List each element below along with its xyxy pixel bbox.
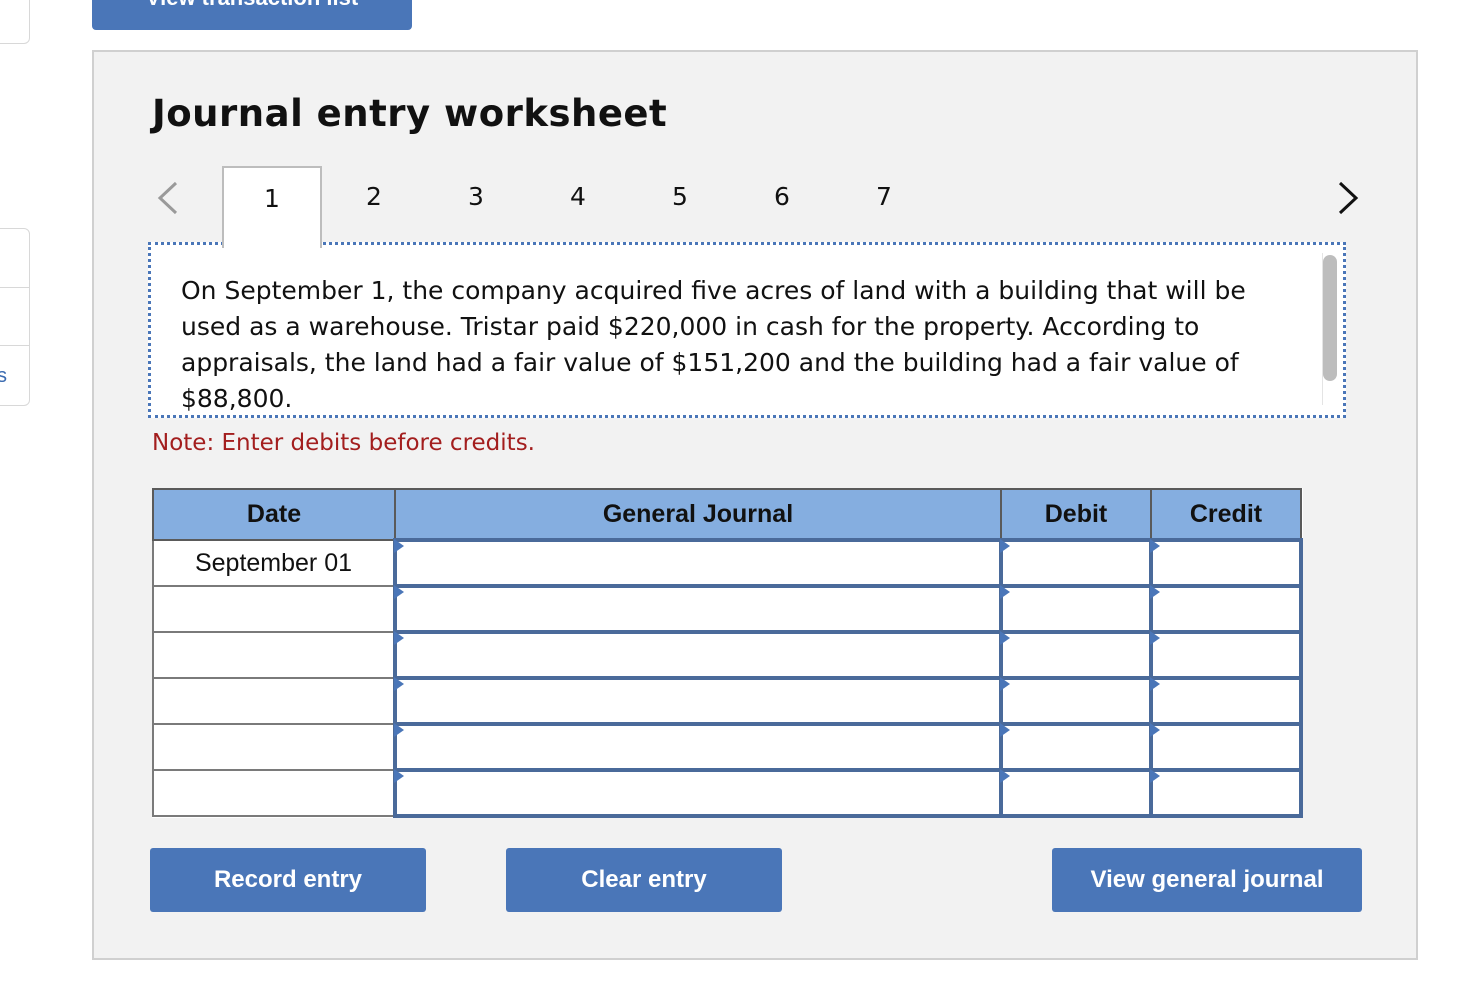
credit-cell[interactable] — [1149, 676, 1303, 726]
dropdown-marker-icon — [394, 585, 404, 599]
dropdown-marker-icon — [394, 769, 404, 783]
date-cell — [152, 631, 396, 679]
debit-cell[interactable] — [999, 676, 1153, 726]
credit-cell[interactable] — [1149, 768, 1303, 818]
worksheet-title: Journal entry worksheet — [152, 92, 668, 135]
account-input[interactable] — [397, 772, 999, 814]
header-debit: Debit — [1000, 488, 1152, 541]
debit-input[interactable] — [1003, 726, 1149, 768]
dropdown-marker-icon — [1150, 723, 1160, 737]
debit-input[interactable] — [1003, 588, 1149, 630]
tab-5[interactable]: 5 — [630, 166, 730, 246]
debit-cell[interactable] — [999, 584, 1153, 634]
clear-entry-button[interactable]: Clear entry — [506, 848, 782, 912]
dropdown-marker-icon — [1000, 723, 1010, 737]
dropdown-marker-icon — [394, 539, 404, 553]
dropdown-marker-icon — [1150, 585, 1160, 599]
dropdown-marker-icon — [1000, 585, 1010, 599]
credit-input[interactable] — [1153, 680, 1299, 722]
debit-cell[interactable] — [999, 722, 1153, 772]
record-entry-button[interactable]: Record entry — [150, 848, 426, 912]
question-box: On September 1, the company acquired fiv… — [148, 242, 1346, 418]
note-text: Note: Enter debits before credits. — [152, 430, 535, 456]
question-text: On September 1, the company acquired fiv… — [181, 276, 1246, 413]
dropdown-marker-icon — [394, 723, 404, 737]
credit-input[interactable] — [1153, 542, 1299, 584]
date-cell: September 01 — [152, 539, 396, 587]
account-cell[interactable] — [393, 584, 1003, 634]
credit-cell[interactable] — [1149, 584, 1303, 634]
dropdown-marker-icon — [394, 631, 404, 645]
left-tab-divider — [0, 287, 29, 288]
dropdown-marker-icon — [1000, 539, 1010, 553]
debit-input[interactable] — [1003, 680, 1149, 722]
table-row — [152, 722, 1303, 772]
dropdown-marker-icon — [1000, 769, 1010, 783]
view-general-journal-button[interactable]: View general journal — [1052, 848, 1362, 912]
left-side-tab-top[interactable] — [0, 0, 30, 44]
table-header-row: Date General Journal Debit Credit — [152, 488, 1302, 541]
account-cell[interactable] — [393, 676, 1003, 726]
tab-1[interactable]: 1 — [222, 166, 322, 248]
table-row — [152, 676, 1303, 726]
credit-cell[interactable] — [1149, 630, 1303, 680]
debit-input[interactable] — [1003, 772, 1149, 814]
table-row — [152, 630, 1303, 680]
dropdown-marker-icon — [1150, 631, 1160, 645]
table-row — [152, 584, 1303, 634]
date-cell — [152, 585, 396, 633]
dropdown-marker-icon — [1000, 631, 1010, 645]
dropdown-marker-icon — [1150, 677, 1160, 691]
header-credit: Credit — [1150, 488, 1302, 541]
account-input[interactable] — [397, 680, 999, 722]
account-cell[interactable] — [393, 630, 1003, 680]
credit-cell[interactable] — [1149, 538, 1303, 588]
tab-2[interactable]: 2 — [324, 166, 424, 246]
left-side-tab-group[interactable]: s — [0, 228, 30, 406]
account-input[interactable] — [397, 726, 999, 768]
tab-7[interactable]: 7 — [834, 166, 934, 246]
tab-3[interactable]: 3 — [426, 166, 526, 246]
left-tab-letter[interactable]: s — [0, 365, 7, 388]
account-cell[interactable] — [393, 538, 1003, 588]
date-cell — [152, 769, 396, 817]
dropdown-marker-icon — [1150, 769, 1160, 783]
account-input[interactable] — [397, 542, 999, 584]
view-transaction-list-button[interactable]: View transaction list — [92, 0, 412, 30]
dropdown-marker-icon — [1000, 677, 1010, 691]
account-cell[interactable] — [393, 722, 1003, 772]
tab-6[interactable]: 6 — [732, 166, 832, 246]
account-input[interactable] — [397, 588, 999, 630]
debit-input[interactable] — [1003, 542, 1149, 584]
left-tab-divider — [0, 345, 29, 346]
scrollbar-thumb[interactable] — [1323, 255, 1337, 381]
credit-input[interactable] — [1153, 726, 1299, 768]
debit-cell[interactable] — [999, 630, 1153, 680]
tab-4[interactable]: 4 — [528, 166, 628, 246]
table-row: September 01 — [152, 538, 1303, 588]
journal-table: Date General Journal Debit Credit Septem… — [152, 488, 1303, 818]
header-general-journal: General Journal — [394, 488, 1002, 541]
date-cell — [152, 723, 396, 771]
debit-input[interactable] — [1003, 634, 1149, 676]
chevron-left-icon[interactable] — [154, 180, 184, 216]
table-row — [152, 768, 1303, 818]
debit-cell[interactable] — [999, 768, 1153, 818]
credit-input[interactable] — [1153, 772, 1299, 814]
credit-input[interactable] — [1153, 634, 1299, 676]
journal-worksheet-panel: Journal entry worksheet 1 2 3 4 5 6 7 On… — [92, 50, 1418, 960]
credit-cell[interactable] — [1149, 722, 1303, 772]
account-input[interactable] — [397, 634, 999, 676]
account-cell[interactable] — [393, 768, 1003, 818]
dropdown-marker-icon — [1150, 539, 1160, 553]
chevron-right-icon[interactable] — [1332, 180, 1362, 216]
header-date: Date — [152, 488, 396, 541]
dropdown-marker-icon — [394, 677, 404, 691]
date-cell — [152, 677, 396, 725]
credit-input[interactable] — [1153, 588, 1299, 630]
debit-cell[interactable] — [999, 538, 1153, 588]
